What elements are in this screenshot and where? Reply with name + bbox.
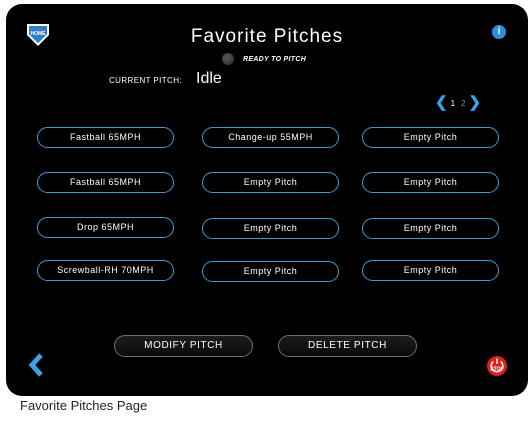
- page-title: Favorite Pitches: [190, 26, 344, 47]
- back-chevron-icon[interactable]: [28, 353, 44, 377]
- info-icon[interactable]: i: [492, 25, 506, 39]
- status-text: READY TO PITCH: [243, 55, 307, 63]
- figure-caption: Favorite Pitches Page: [20, 398, 148, 413]
- status-indicator-icon: [222, 53, 234, 65]
- pitch-slot-7[interactable]: Drop 65MPH: [37, 217, 174, 238]
- pitch-slot-3[interactable]: Empty Pitch: [362, 127, 499, 148]
- delete-pitch-button[interactable]: DELETE PITCH: [278, 335, 417, 357]
- pitch-slot-9[interactable]: Empty Pitch: [362, 218, 499, 239]
- next-page-icon[interactable]: ❯: [468, 95, 481, 110]
- pagination: ❮ 1 2 ❯: [435, 95, 481, 110]
- current-pitch-value: Idle: [196, 70, 222, 87]
- modify-pitch-button[interactable]: MODIFY PITCH: [114, 335, 253, 357]
- pitch-slot-8[interactable]: Empty Pitch: [202, 218, 339, 239]
- pitch-slot-1[interactable]: Fastball 65MPH: [37, 127, 174, 148]
- page-1-link[interactable]: 1: [451, 99, 455, 108]
- pitch-slot-6[interactable]: Empty Pitch: [362, 172, 499, 193]
- stop-label: STOP: [490, 367, 504, 373]
- stop-icon[interactable]: STOP: [486, 355, 508, 377]
- pitch-slot-10[interactable]: Screwball-RH 70MPH: [37, 260, 174, 281]
- device-screen: HOME Favorite Pitches READY TO PITCH i C…: [6, 4, 528, 396]
- pitch-slot-12[interactable]: Empty Pitch: [362, 260, 499, 281]
- pitch-slot-5[interactable]: Empty Pitch: [202, 172, 339, 193]
- current-pitch-label: CURRENT PITCH:: [109, 76, 183, 85]
- ready-status: READY TO PITCH: [222, 52, 306, 66]
- pitch-slot-2[interactable]: Change-up 55MPH: [202, 127, 339, 148]
- page-2-link[interactable]: 2: [461, 99, 465, 108]
- pitch-slot-11[interactable]: Empty Pitch: [202, 261, 339, 282]
- prev-page-icon[interactable]: ❮: [435, 95, 448, 110]
- pitch-slot-4[interactable]: Fastball 65MPH: [37, 172, 174, 193]
